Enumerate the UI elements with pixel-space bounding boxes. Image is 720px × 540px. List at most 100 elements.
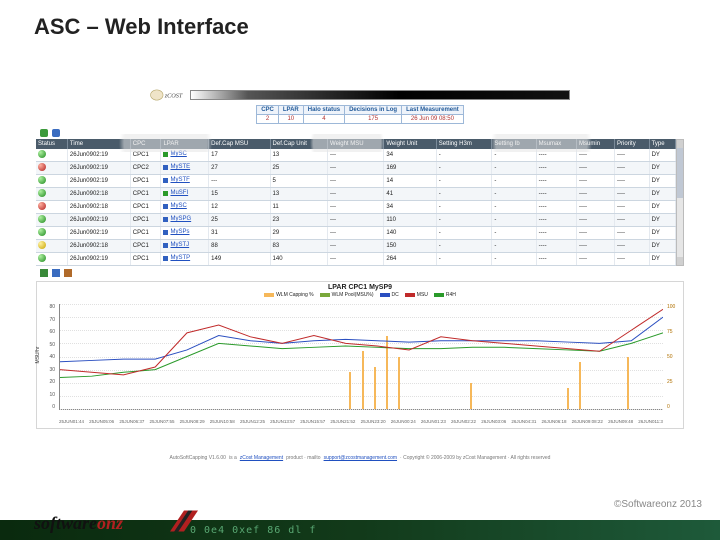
x-tick: 26JUN04:31 [511, 419, 536, 424]
x-axis: 25JUN01:44 25JUN05:06 25JUN06:37 25JUN07:55… [59, 419, 663, 424]
screenshot-panel: zCOST CPCLPARHalo statusDecisions in Log… [36, 88, 684, 468]
legend-swatch-icon [434, 293, 444, 297]
x-tick: 25JUN12:25 [240, 419, 265, 424]
summary-value: 4 [303, 115, 344, 124]
chart-legend: WLM Capping % WLM Pool(MSU%) DC MSU R4H [37, 291, 683, 300]
chart-title: LPAR CPC1 MySP9 [37, 282, 683, 291]
status-dot-icon [38, 254, 46, 262]
table-row[interactable]: 26Jun0902:19CPC1MySPG2523---110---------… [36, 214, 676, 227]
scroll-thumb[interactable] [677, 148, 683, 198]
x-tick: 25JUN06:37 [119, 419, 144, 424]
svg-text:zCOST: zCOST [164, 92, 183, 99]
plot-area [59, 304, 663, 410]
copyright: ©Softwareonz 2013 [614, 499, 702, 510]
x-tick: 25JUN01:44 [59, 419, 84, 424]
table-row[interactable]: 26Jun0902:19CPC2MySTE2725---169---------… [36, 162, 676, 175]
summary-value: 10 [278, 115, 303, 124]
status-dot-icon [38, 176, 46, 184]
lpar-link[interactable]: MuSFI [163, 190, 188, 196]
lpar-color-icon [163, 178, 168, 183]
lpar-link[interactable]: MySTP [163, 255, 190, 261]
scroll-up-icon[interactable] [677, 140, 683, 148]
status-dot-icon [38, 202, 46, 210]
print-icon[interactable] [64, 269, 72, 277]
x-tick: 26JUN011:3 [638, 419, 663, 424]
lpar-link[interactable]: MySC [163, 151, 186, 157]
table-row[interactable]: 26Jun0902:18CPC1MySTJ8883---150---------… [36, 240, 676, 253]
series-line [60, 317, 663, 362]
x-tick: 25JUN15:57 [300, 419, 325, 424]
x-tick: 25JUN23:20 [361, 419, 386, 424]
x-tick: 25JUN05:06 [89, 419, 114, 424]
lpar-color-icon [163, 256, 168, 261]
vertical-scrollbar[interactable] [676, 139, 684, 266]
lpar-link[interactable]: MySPs [163, 229, 189, 235]
status-dot-icon [38, 215, 46, 223]
x-tick: 26JUN01:23 [421, 419, 446, 424]
legend-swatch-icon [264, 293, 274, 297]
lpar-link[interactable]: MySTF [163, 177, 189, 183]
lpar-table: StatusTimeCPCLPARDef.Cap MSUDef.Cap Unit… [36, 139, 676, 266]
lpar-color-icon [163, 165, 168, 170]
table-row[interactable]: 26Jun0902:18CPC1MySC1211---34-----------… [36, 201, 676, 214]
summary-value: 26 Jun 09 08:50 [402, 115, 464, 124]
export-icon[interactable] [40, 269, 48, 277]
legend-swatch-icon [405, 293, 415, 297]
page-title: ASC – Web Interface [0, 0, 720, 48]
x-tick: 26JUN02:22 [451, 419, 476, 424]
x-tick: 25JUN21:52 [330, 419, 355, 424]
legend-swatch-icon [320, 293, 330, 297]
lpar-color-icon [163, 191, 168, 196]
table-row[interactable]: 26Jun0902:19CPC1MySTF---5---14----------… [36, 175, 676, 188]
summary-header: Last Measurement [402, 106, 464, 115]
mail-link[interactable]: support@zcostmanagement.com [324, 455, 397, 461]
legend-item: R4H [434, 292, 456, 298]
scroll-down-icon[interactable] [677, 257, 683, 265]
status-dot-icon [38, 241, 46, 249]
lpar-color-icon [163, 204, 168, 209]
summary-header: CPC [257, 106, 279, 115]
lpar-link[interactable]: MySPG [163, 216, 191, 222]
lpar-link[interactable]: MySTJ [163, 242, 189, 248]
table-row[interactable]: 26Jun0902:19CPC1MySTP149140---264-------… [36, 253, 676, 266]
y-axis-right: 1007550250 [667, 304, 681, 410]
summary-table: CPCLPARHalo statusDecisions in LogLast M… [256, 105, 464, 124]
lpar-color-icon [163, 152, 168, 157]
zcost-logo: zCOST [150, 88, 184, 102]
summary-header: Decisions in Log [345, 106, 402, 115]
lpar-chart: LPAR CPC1 MySP9 WLM Capping % WLM Pool(MS… [36, 281, 684, 429]
world-map-bg [36, 134, 684, 152]
summary-header: LPAR [278, 106, 303, 115]
refresh-icon[interactable] [52, 269, 60, 277]
x-tick: 26JUN06:18 [542, 419, 567, 424]
legend-item: WLM Pool(MSU%) [320, 292, 374, 298]
status-dot-icon [38, 189, 46, 197]
brand-link[interactable]: zCost Management [240, 455, 283, 461]
summary-value: 2 [257, 115, 279, 124]
legend-item: WLM Capping % [264, 292, 314, 298]
legend-swatch-icon [380, 293, 390, 297]
lpar-color-icon [163, 230, 168, 235]
table-row[interactable]: 26Jun0902:19CPC1MySPs3129---140---------… [36, 227, 676, 240]
y-axis-left: 80706050403020100 [41, 304, 55, 410]
x-tick: 26JUN09:08:22 [572, 419, 603, 424]
x-tick: 25JUN10:58 [210, 419, 235, 424]
table-row[interactable]: 26Jun0902:18CPC1MuSFI1513---41----------… [36, 188, 676, 201]
status-dot-icon [38, 163, 46, 171]
logo-slash-icon [170, 510, 198, 532]
summary-header: Halo status [303, 106, 344, 115]
lpar-link[interactable]: MySTE [163, 164, 190, 170]
lpar-link[interactable]: MySC [163, 203, 186, 209]
series-line [60, 333, 663, 378]
legend-item: MSU [405, 292, 428, 298]
x-tick: 25JUN13:57 [270, 419, 295, 424]
status-dot-icon [38, 228, 46, 236]
legend-item: DC [380, 292, 399, 298]
softwareonz-logo: softwareonz [34, 513, 123, 534]
lpar-color-icon [163, 243, 168, 248]
gradient-band [190, 90, 570, 100]
x-tick: 26JUN03:06 [481, 419, 506, 424]
x-tick: 25JUN07:55 [149, 419, 174, 424]
product-footer: AutoSoftCapping V1.6.00 is a zCost Manag… [36, 448, 684, 468]
lpar-color-icon [163, 217, 168, 222]
